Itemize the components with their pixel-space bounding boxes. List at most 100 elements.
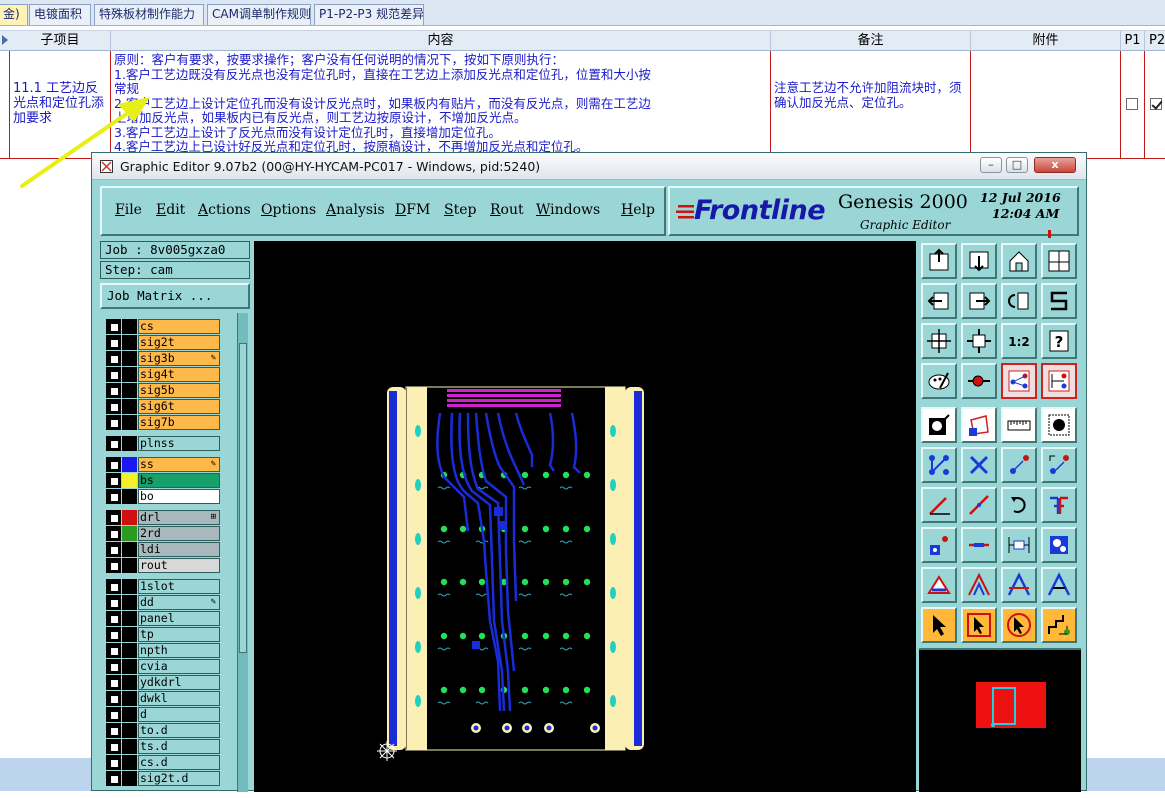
layer-name[interactable]: ydkdrl xyxy=(138,675,220,690)
p1-checkbox[interactable] xyxy=(1126,98,1138,110)
header-p2[interactable]: P2 xyxy=(1145,31,1165,51)
layer-row-tp[interactable]: tp xyxy=(106,627,224,642)
layer-checkbox[interactable] xyxy=(106,611,121,626)
tool-fit-vertical-button[interactable] xyxy=(921,323,957,359)
overview-minimap[interactable] xyxy=(919,648,1081,792)
table-row[interactable]: 11.1 工艺边反光点和定位孔添加要求 原则：客户有要求，按要求操作；客户没有任… xyxy=(0,51,1165,159)
layer-row-plnss[interactable]: plnss xyxy=(106,436,224,451)
menu-help[interactable]: Help xyxy=(621,202,655,218)
layer-checkbox[interactable] xyxy=(106,399,121,414)
layer-checkbox[interactable] xyxy=(106,691,121,706)
layer-name[interactable]: cs.d xyxy=(138,755,220,770)
layer-row-npth[interactable]: npth xyxy=(106,643,224,658)
layer-checkbox[interactable] xyxy=(106,415,121,430)
header-p1[interactable]: P1 xyxy=(1121,31,1145,51)
layer-row-sig6t[interactable]: sig6t xyxy=(106,399,224,414)
scrollbar-thumb[interactable] xyxy=(239,343,247,653)
layer-row-sig2t-d[interactable]: sig2t.d xyxy=(106,771,224,786)
layer-row-ydkdrl[interactable]: ydkdrl xyxy=(106,675,224,690)
tool-zoom-out-button[interactable] xyxy=(961,243,997,279)
layer-name[interactable]: d xyxy=(138,707,220,722)
layer-row-drl[interactable]: drl ⊞ xyxy=(106,510,224,525)
header-remark[interactable]: 备注 xyxy=(771,31,971,51)
layer-scrollbar[interactable] xyxy=(237,313,248,792)
layer-name[interactable]: drl ⊞ xyxy=(138,510,220,525)
layer-color-swatch[interactable] xyxy=(122,558,137,573)
cell-content[interactable]: 原则：客户有要求，按要求操作；客户没有任何说明的情况下，按如下原则执行： 1.客… xyxy=(111,51,771,159)
tool-add-pad-button[interactable] xyxy=(921,527,957,563)
sheet-tab-p1p2p3[interactable]: P1-P2-P3 规范差异 xyxy=(314,4,424,25)
tool-snap-button[interactable] xyxy=(961,363,997,399)
tool-pan-snake-button[interactable] xyxy=(1041,283,1077,319)
menu-analysis[interactable]: Analysis xyxy=(326,202,385,218)
layer-color-swatch[interactable] xyxy=(122,627,137,642)
layer-checkbox[interactable] xyxy=(106,473,121,488)
tool-pan-right-button[interactable] xyxy=(961,283,997,319)
layer-list[interactable]: cs sig2t sig3b ✎ sig4t sig5b sig6t sig7b plnss ss… xyxy=(100,313,250,792)
layer-color-swatch[interactable] xyxy=(122,399,137,414)
layer-color-swatch[interactable] xyxy=(122,755,137,770)
layer-row-bs[interactable]: bs xyxy=(106,473,224,488)
layer-checkbox[interactable] xyxy=(106,367,121,382)
layer-color-swatch[interactable] xyxy=(122,335,137,350)
layer-name[interactable]: to.d xyxy=(138,723,220,738)
graphic-canvas[interactable] xyxy=(254,241,916,792)
layer-name[interactable]: sig7b xyxy=(138,415,220,430)
tool-measure-ruler-button[interactable] xyxy=(1001,407,1037,443)
layer-row-panel[interactable]: panel xyxy=(106,611,224,626)
graphic-editor-window[interactable]: Graphic Editor 9.07b2 (00@HY-HYCAM-PC017… xyxy=(91,152,1087,792)
layer-name[interactable]: tp xyxy=(138,627,220,642)
tool-display-layers-button[interactable] xyxy=(1001,363,1037,399)
menu-windows[interactable]: Windows xyxy=(536,202,600,218)
layer-color-swatch[interactable] xyxy=(122,595,137,610)
layer-name[interactable]: dd ✎ xyxy=(138,595,220,610)
tool-contour-button[interactable] xyxy=(1041,567,1077,603)
pcb-board-view[interactable] xyxy=(254,241,916,792)
layer-color-swatch[interactable] xyxy=(122,415,137,430)
layer-checkbox[interactable] xyxy=(106,771,121,786)
layer-checkbox[interactable] xyxy=(106,383,121,398)
tool-cursor-box-button[interactable] xyxy=(961,607,997,643)
menu-file[interactable]: File xyxy=(115,202,142,218)
layer-checkbox[interactable] xyxy=(106,723,121,738)
layer-row-cs[interactable]: cs xyxy=(106,319,224,334)
layer-checkbox[interactable] xyxy=(106,526,121,541)
layer-checkbox[interactable] xyxy=(106,707,121,722)
layer-row-sig7b[interactable]: sig7b xyxy=(106,415,224,430)
layer-name[interactable]: ts.d xyxy=(138,739,220,754)
tool-target-pad-button[interactable] xyxy=(1041,407,1077,443)
tool-add-line-button[interactable] xyxy=(921,447,957,483)
tool-add-slash-button[interactable] xyxy=(921,487,957,523)
menu-edit[interactable]: Edit xyxy=(156,202,185,218)
tool-arc-button[interactable] xyxy=(961,567,997,603)
layer-color-swatch[interactable] xyxy=(122,526,137,541)
layer-color-swatch[interactable] xyxy=(122,457,137,472)
header-content[interactable]: 内容 xyxy=(111,31,771,51)
layer-checkbox[interactable] xyxy=(106,351,121,366)
p2-checkbox[interactable] xyxy=(1150,98,1162,110)
layer-checkbox[interactable] xyxy=(106,319,121,334)
layer-name[interactable]: bs xyxy=(138,473,220,488)
tool-copy-button[interactable] xyxy=(1041,447,1077,483)
layer-row-ss[interactable]: ss ✎ xyxy=(106,457,224,472)
tool-add-surface-button[interactable] xyxy=(1001,567,1037,603)
layer-row-1slot[interactable]: 1slot xyxy=(106,579,224,594)
layer-row-sig5b[interactable]: sig5b xyxy=(106,383,224,398)
layer-row-d[interactable]: d xyxy=(106,707,224,722)
layer-color-swatch[interactable] xyxy=(122,771,137,786)
layer-row-cvia[interactable]: cvia xyxy=(106,659,224,674)
tool-edit-line-button[interactable] xyxy=(961,487,997,523)
tool-select-features-button[interactable] xyxy=(961,407,997,443)
cell-subitem[interactable]: 11.1 工艺边反光点和定位孔添加要求 xyxy=(10,51,111,159)
layer-checkbox[interactable] xyxy=(106,579,121,594)
layer-color-swatch[interactable] xyxy=(122,473,137,488)
layer-color-swatch[interactable] xyxy=(122,542,137,557)
cell-p2[interactable] xyxy=(1145,51,1165,159)
layer-row-sig2t[interactable]: sig2t xyxy=(106,335,224,350)
maximize-button[interactable]: □ xyxy=(1006,157,1028,173)
close-button[interactable]: x xyxy=(1034,157,1076,173)
layer-name[interactable]: sig3b ✎ xyxy=(138,351,220,366)
layer-name[interactable]: sig6t xyxy=(138,399,220,414)
layer-color-swatch[interactable] xyxy=(122,659,137,674)
layer-checkbox[interactable] xyxy=(106,489,121,504)
